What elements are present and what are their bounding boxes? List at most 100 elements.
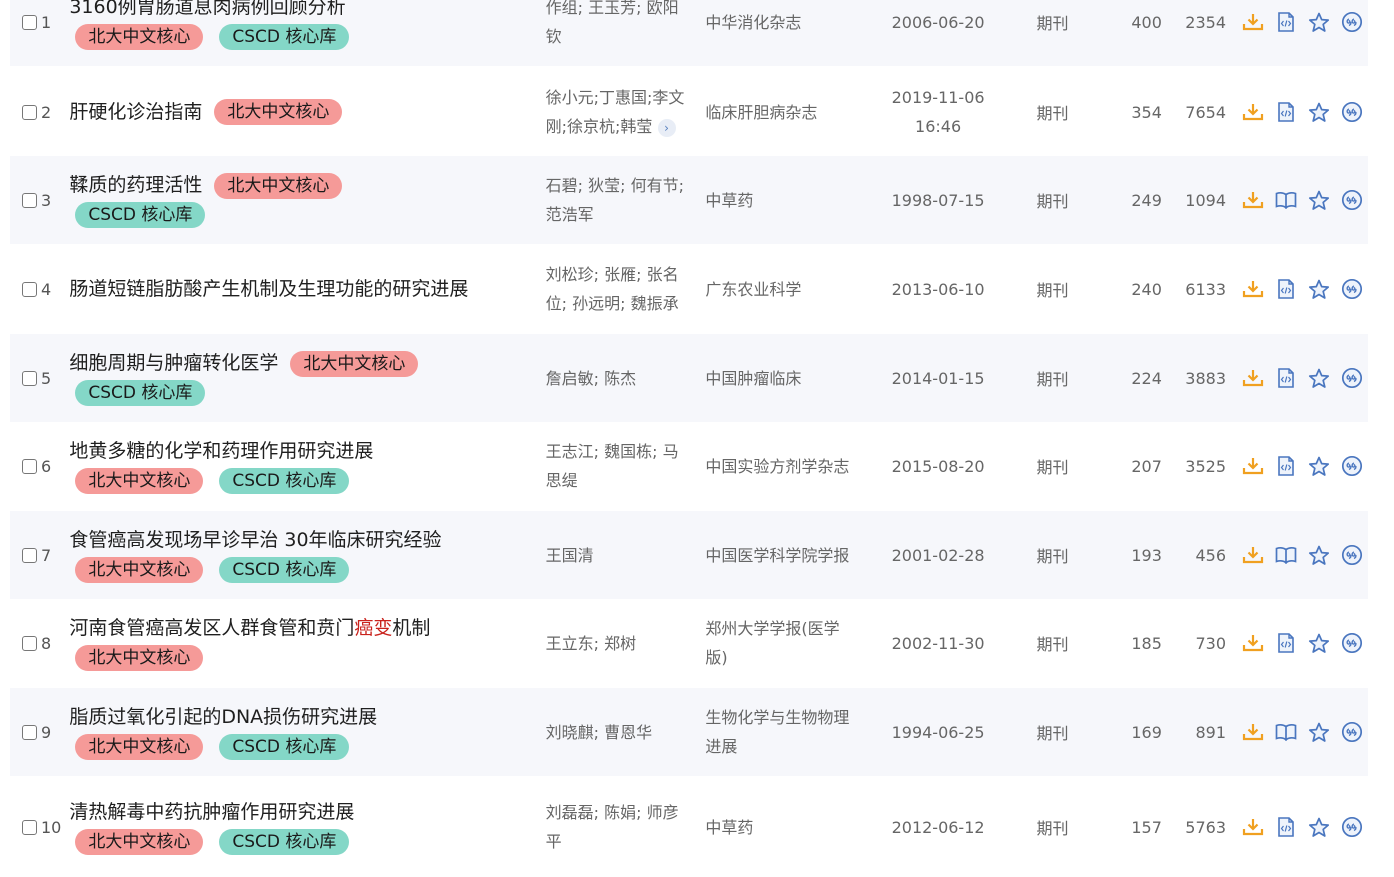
html-read-icon[interactable] <box>1269 631 1302 655</box>
author-line[interactable]: 石碧; 狄莹; 何有节; <box>546 171 706 200</box>
html-read-icon[interactable] <box>1269 815 1302 839</box>
author-line[interactable]: 王国清 <box>546 541 706 570</box>
cited-count[interactable]: 240 <box>1108 280 1162 299</box>
html-read-icon[interactable] <box>1269 10 1302 34</box>
pku-core-tag[interactable]: 北大中文核心 <box>290 350 419 377</box>
cited-count[interactable]: 400 <box>1108 13 1162 32</box>
pku-core-tag[interactable]: 北大中文核心 <box>75 828 204 855</box>
cscd-core-tag[interactable]: CSCD 核心库 <box>219 556 350 583</box>
source-link[interactable]: 中国肿瘤临床 <box>705 364 879 393</box>
article-title-link[interactable]: 肠道短链脂肪酸产生机制及生理功能的研究进展 <box>69 278 468 300</box>
pku-core-tag[interactable]: 北大中文核心 <box>75 23 204 50</box>
row-checkbox[interactable] <box>22 281 37 297</box>
row-checkbox[interactable] <box>22 724 37 740</box>
author-line[interactable]: 徐小元;丁惠国;李文 <box>546 83 706 112</box>
row-checkbox[interactable] <box>22 458 37 474</box>
article-title-link[interactable]: 食管癌高发现场早诊早治 30年临床研究经验 <box>69 529 441 551</box>
pku-core-tag[interactable]: 北大中文核心 <box>214 172 343 199</box>
author-line[interactable]: 刘磊磊; 陈娟; 师彦 <box>546 798 706 827</box>
cscd-core-tag[interactable]: CSCD 核心库 <box>219 733 350 760</box>
source-link[interactable]: 进展 <box>705 732 879 761</box>
download-icon[interactable] <box>1236 543 1269 567</box>
cscd-core-tag[interactable]: CSCD 核心库 <box>219 828 350 855</box>
download-icon[interactable] <box>1236 720 1269 744</box>
cited-count[interactable]: 224 <box>1108 369 1162 388</box>
cited-count[interactable]: 207 <box>1108 457 1162 476</box>
quote-icon[interactable] <box>1335 720 1368 744</box>
source-link[interactable]: 广东农业科学 <box>705 275 879 304</box>
star-icon[interactable] <box>1302 543 1335 567</box>
article-title-link[interactable]: 肝硬化诊治指南 <box>69 101 202 123</box>
quote-icon[interactable] <box>1335 100 1368 124</box>
html-read-icon[interactable] <box>1269 277 1302 301</box>
author-line[interactable]: 刘松珍; 张雁; 张名 <box>546 260 706 289</box>
pku-core-tag[interactable]: 北大中文核心 <box>75 644 204 671</box>
row-checkbox[interactable] <box>22 819 37 835</box>
download-icon[interactable] <box>1236 10 1269 34</box>
html-read-icon[interactable] <box>1269 454 1302 478</box>
cited-count[interactable]: 354 <box>1108 103 1162 122</box>
star-icon[interactable] <box>1302 815 1335 839</box>
article-title-link[interactable]: 鞣质的药理活性 <box>69 174 202 196</box>
row-checkbox[interactable] <box>22 14 37 30</box>
source-link[interactable]: 临床肝胆病杂志 <box>705 98 879 127</box>
author-line[interactable]: 范浩军 <box>546 200 706 229</box>
source-link[interactable]: 中草药 <box>705 186 879 215</box>
star-icon[interactable] <box>1302 631 1335 655</box>
pku-core-tag[interactable]: 北大中文核心 <box>75 556 204 583</box>
cited-count[interactable]: 185 <box>1108 634 1162 653</box>
pku-core-tag[interactable]: 北大中文核心 <box>75 733 204 760</box>
star-icon[interactable] <box>1302 188 1335 212</box>
pku-core-tag[interactable]: 北大中文核心 <box>75 467 204 494</box>
star-icon[interactable] <box>1302 100 1335 124</box>
book-read-icon[interactable] <box>1269 720 1302 744</box>
cscd-core-tag[interactable]: CSCD 核心库 <box>219 467 350 494</box>
download-icon[interactable] <box>1236 815 1269 839</box>
pku-core-tag[interactable]: 北大中文核心 <box>214 99 343 125</box>
article-title-link[interactable]: 3160例胃肠道息肉病例回顾分析 <box>69 0 345 18</box>
more-authors-icon[interactable]: › <box>657 118 676 137</box>
download-icon[interactable] <box>1236 366 1269 390</box>
download-icon[interactable] <box>1236 631 1269 655</box>
download-icon[interactable] <box>1236 100 1269 124</box>
cscd-core-tag[interactable]: CSCD 核心库 <box>75 201 206 228</box>
author-line[interactable]: 作组; 王玉芳; 欧阳 <box>546 0 706 22</box>
author-line[interactable]: 钦 <box>546 22 706 51</box>
row-checkbox[interactable] <box>22 547 37 563</box>
author-line[interactable]: 位; 孙远明; 魏振承 <box>546 289 706 318</box>
quote-icon[interactable] <box>1335 10 1368 34</box>
cited-count[interactable]: 193 <box>1108 546 1162 565</box>
quote-icon[interactable] <box>1335 277 1368 301</box>
author-line[interactable]: 詹启敏; 陈杰 <box>546 364 706 393</box>
download-icon[interactable] <box>1236 277 1269 301</box>
article-title-link[interactable]: 脂质过氧化引起的DNA损伤研究进展 <box>69 706 377 728</box>
source-link[interactable]: 郑州大学学报(医学 <box>705 614 879 643</box>
source-link[interactable]: 中国医学科学院学报 <box>705 541 879 570</box>
star-icon[interactable] <box>1302 277 1335 301</box>
download-icon[interactable] <box>1236 454 1269 478</box>
book-read-icon[interactable] <box>1269 543 1302 567</box>
quote-icon[interactable] <box>1335 366 1368 390</box>
html-read-icon[interactable] <box>1269 100 1302 124</box>
author-line[interactable]: 思缇 <box>546 466 706 495</box>
author-line[interactable]: 刚;徐京杭;韩莹 <box>546 117 653 136</box>
article-title-link[interactable]: 细胞周期与肿瘤转化医学 <box>69 352 278 374</box>
source-link[interactable]: 生物化学与生物物理 <box>705 703 879 732</box>
quote-icon[interactable] <box>1335 631 1368 655</box>
quote-icon[interactable] <box>1335 543 1368 567</box>
book-read-icon[interactable] <box>1269 188 1302 212</box>
star-icon[interactable] <box>1302 454 1335 478</box>
source-link[interactable]: 版) <box>705 643 879 672</box>
cited-count[interactable]: 249 <box>1108 191 1162 210</box>
download-icon[interactable] <box>1236 188 1269 212</box>
row-checkbox[interactable] <box>22 370 37 386</box>
author-line[interactable]: 平 <box>546 827 706 856</box>
quote-icon[interactable] <box>1335 454 1368 478</box>
article-title-link[interactable]: 河南食管癌高发区人群食管和贲门癌变机制 <box>69 617 430 639</box>
cscd-core-tag[interactable]: CSCD 核心库 <box>219 23 350 50</box>
cited-count[interactable]: 157 <box>1108 818 1162 837</box>
star-icon[interactable] <box>1302 720 1335 744</box>
star-icon[interactable] <box>1302 366 1335 390</box>
source-link[interactable]: 中草药 <box>705 813 879 842</box>
article-title-link[interactable]: 地黄多糖的化学和药理作用研究进展 <box>69 440 373 462</box>
